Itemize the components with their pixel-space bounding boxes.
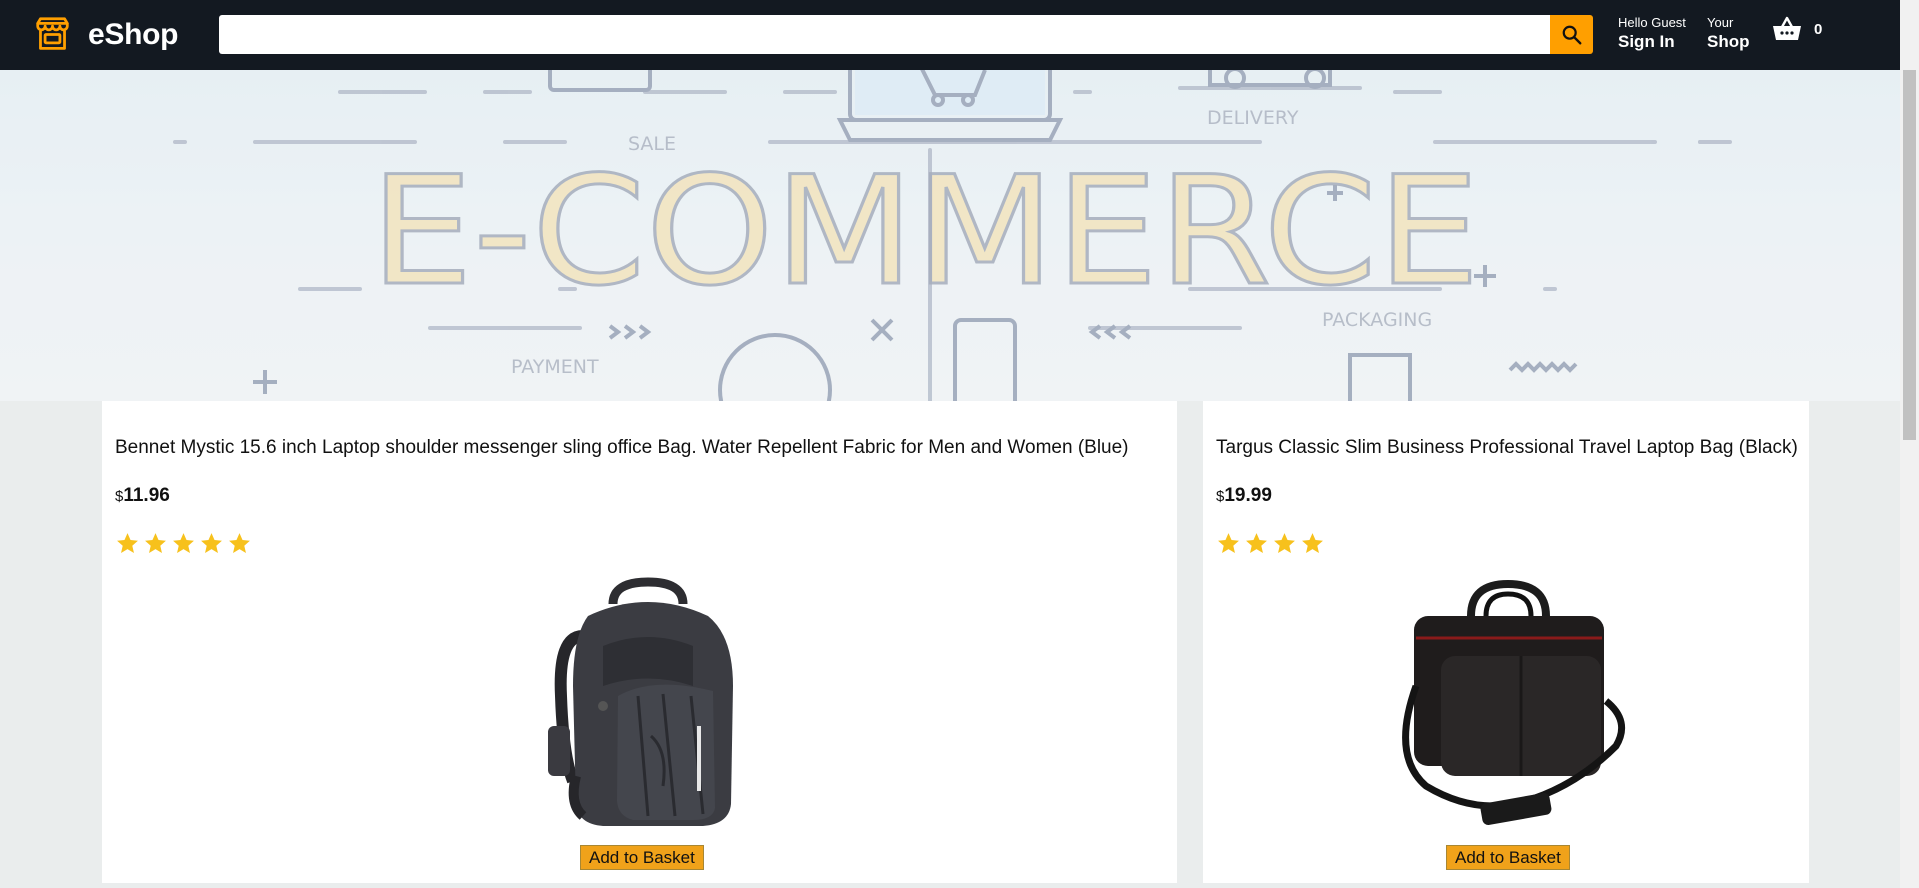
search-input[interactable]	[219, 15, 1550, 54]
star-icon	[1274, 533, 1295, 553]
basket-icon	[1773, 16, 1801, 40]
add-to-basket-button[interactable]: Add to Basket	[1446, 845, 1570, 870]
storefront-icon	[36, 17, 69, 50]
backpack-image	[548, 577, 733, 826]
product-rating	[115, 531, 252, 556]
star-icon	[229, 533, 250, 553]
page-scrollbar[interactable]	[1900, 0, 1919, 888]
star-icon	[1246, 533, 1267, 553]
signin-link[interactable]: Hello Guest Sign In	[1618, 15, 1686, 53]
star-icon	[1302, 533, 1323, 553]
scrollbar-thumb[interactable]	[1903, 70, 1916, 440]
top-header: eShop Hello Guest Sign In Your Shop 0	[0, 0, 1900, 70]
logo-text: eShop	[88, 17, 179, 51]
search-button[interactable]	[1550, 15, 1593, 54]
price-amount: 19.99	[1224, 485, 1272, 506]
greeting-text: Hello Guest	[1618, 15, 1686, 30]
product-price: $19.99	[1216, 485, 1272, 507]
your-label: Your	[1707, 15, 1734, 30]
laptop-bag-image	[1402, 579, 1626, 825]
product-price: $11.96	[115, 485, 170, 507]
star-icon	[201, 533, 222, 553]
product-title[interactable]: Targus Classic Slim Business Professiona…	[1216, 437, 1798, 459]
star-icon	[145, 533, 166, 553]
basket-count: 0	[1814, 20, 1823, 38]
hero-banner: SALE DELIVERY PACKAGING PAYMENT E-COMMER…	[0, 70, 1900, 401]
product-title[interactable]: Bennet Mystic 15.6 inch Laptop shoulder …	[115, 437, 1129, 459]
star-icon	[1218, 533, 1239, 553]
search-icon	[1562, 25, 1581, 44]
product-card: Bennet Mystic 15.6 inch Laptop shoulder …	[102, 401, 1177, 883]
ecommerce-banner-art: SALE DELIVERY PACKAGING PAYMENT E-COMMER…	[0, 70, 1900, 401]
price-amount: 11.96	[123, 485, 170, 506]
logo[interactable]: eShop	[34, 16, 178, 53]
product-card: Targus Classic Slim Business Professiona…	[1203, 401, 1809, 883]
signin-label: Sign In	[1618, 32, 1675, 51]
shop-label: Shop	[1707, 32, 1750, 51]
basket-link[interactable]: 0	[1772, 16, 1822, 42]
star-icon	[173, 533, 194, 553]
star-icon	[117, 533, 138, 553]
your-shop-link[interactable]: Your Shop	[1707, 15, 1750, 53]
search-bar	[219, 15, 1593, 54]
product-rating	[1216, 531, 1325, 556]
add-to-basket-button[interactable]: Add to Basket	[580, 845, 704, 870]
